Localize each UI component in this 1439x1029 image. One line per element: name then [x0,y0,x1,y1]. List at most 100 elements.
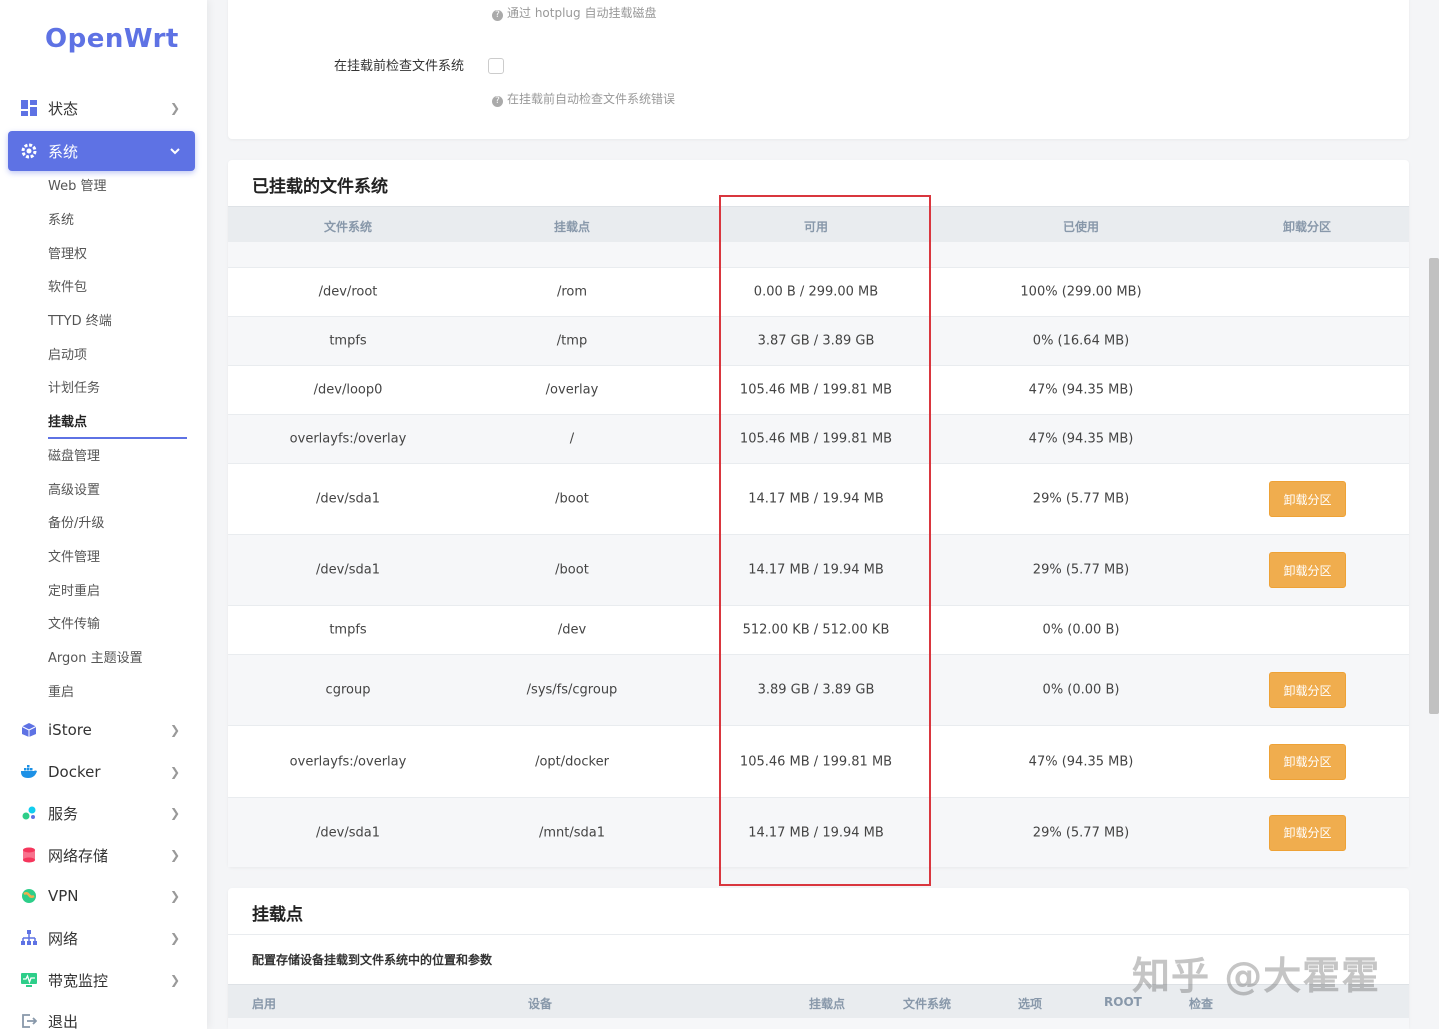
cell-available: 105.46 MB / 199.81 MB [739,382,893,398]
brand-logo[interactable]: OpenWrt [45,24,179,54]
chevron-right-icon: ❯ [169,723,181,737]
cell-available: 0.00 B / 299.00 MB [753,284,879,300]
submenu-item[interactable]: 重启 [48,683,74,703]
logout-icon [20,1012,38,1029]
chevron-down-icon [167,143,183,159]
submenu-item[interactable]: 磁盘管理 [48,447,100,467]
nav-system[interactable]: 系统 [8,131,195,171]
cell-filesystem: tmpfs [329,333,367,349]
nav-status[interactable]: 状态 ❯ [8,88,195,128]
submenu-item[interactable]: TTYD 终端 [48,312,112,332]
mounted-fs-card: 已挂载的文件系统 文件系统 挂载点 可用 已使用 卸载分区 /dev/root /… [228,160,1409,867]
chevron-right-icon: ❯ [169,101,181,115]
cell-mountpoint: /overlay [545,382,599,398]
submenu-item[interactable]: 计划任务 [48,379,100,399]
mount-settings-card: ? 通过 hotplug 自动挂载磁盘 在挂载前检查文件系统 ? 在挂载前自动检查文… [228,0,1409,139]
cell-used: 0% (16.64 MB) [1032,333,1130,349]
submenu-item[interactable]: 系统 [48,211,74,231]
submenu-item[interactable]: Web 管理 [48,177,106,197]
table-row: tmpfs/dev 512.00 KB / 512.00 KB 0% (0.00 B… [228,605,1409,654]
cell-used: 47% (94.35 MB) [1028,754,1134,769]
unmount-button[interactable]: 卸载分区 [1269,743,1346,780]
unmount-button[interactable]: 卸载分区 [1269,481,1346,517]
nav-network[interactable]: 网络 ❯ [8,918,195,958]
nav-network-label: 网络 [48,929,79,948]
col-device: 设备 [528,997,553,1011]
cell-mountpoint: /boot [555,562,589,578]
check-fs-checkbox[interactable] [488,58,504,74]
cell-available: 3.89 GB / 3.89 GB [757,682,875,698]
cell-available: 105.46 MB / 199.81 MB [739,754,893,769]
chevron-right-icon: ❯ [169,889,181,903]
nav-bandwidth[interactable]: 带宽监控 ❯ [8,960,195,1000]
cell-used: 29% (5.77 MB) [1032,491,1130,507]
cell-filesystem: /dev/loop0 [313,382,383,398]
nav-istore-label: iStore [48,721,92,739]
divider [228,934,1409,935]
table-row: /dev/loop0/overlay 105.46 MB / 199.81 MB 4… [228,365,1409,414]
hotplug-help: ? 通过 hotplug 自动挂载磁盘 [492,4,656,21]
nav-vpn-label: VPN [48,887,79,905]
submenu-item[interactable]: 挂载点 [48,413,87,433]
submenu-item[interactable]: 软件包 [48,278,87,298]
cell-filesystem: /dev/sda1 [316,491,380,507]
submenu-item[interactable]: 管理权 [48,245,87,265]
dashboard-icon [20,99,38,117]
cell-used: 29% (5.77 MB) [1032,562,1130,578]
cell-filesystem: /dev/sda1 [316,825,380,840]
table-row: /dev/sda1/mnt/sda1 14.17 MB / 19.94 MB 29%… [228,797,1409,867]
services-icon [20,804,38,822]
table-strip [228,1018,1409,1029]
submenu-item[interactable]: 备份/升级 [48,514,104,534]
mounted-fs-header: 文件系统 挂载点 可用 已使用 卸载分区 [228,206,1409,242]
watermark: 知乎 @大霍霍 [1132,954,1381,998]
submenu-item[interactable]: 文件传输 [48,615,100,635]
cell-available: 14.17 MB / 19.94 MB [748,491,884,507]
cell-available: 105.46 MB / 199.81 MB [739,431,893,447]
cell-available: 3.87 GB / 3.89 GB [757,333,875,349]
cube-icon [20,721,38,739]
nav-vpn[interactable]: VPN ❯ [8,876,195,916]
table-row: /dev/root/rom 0.00 B / 299.00 MB 100% (299… [228,267,1409,316]
submenu-item[interactable]: 启动项 [48,346,87,366]
cell-filesystem: tmpfs [329,622,367,638]
submenu-item[interactable]: 定时重启 [48,582,100,602]
chevron-right-icon: ❯ [169,973,181,987]
nav-nas[interactable]: 网络存储 ❯ [8,835,195,875]
cell-available: 512.00 KB / 512.00 KB [742,622,890,638]
nav-docker[interactable]: Docker ❯ [8,752,195,792]
table-row: overlayfs:/overlay/opt/docker 105.46 MB /… [228,725,1409,797]
unmount-button[interactable]: 卸载分区 [1269,552,1346,588]
unmount-button[interactable]: 卸载分区 [1269,672,1346,708]
nav-services[interactable]: 服务 ❯ [8,793,195,833]
scrollbar[interactable] [1429,258,1439,714]
check-fs-label: 在挂载前检查文件系统 [334,59,465,74]
unmount-button[interactable]: 卸载分区 [1269,814,1346,851]
nav-istore[interactable]: iStore ❯ [8,710,195,750]
submenu-item[interactable]: 高级设置 [48,481,100,501]
nav-services-label: 服务 [48,804,79,823]
cell-mountpoint: /dev [557,622,587,638]
network-icon [20,929,38,947]
col-options: 选项 [1018,997,1043,1011]
cell-mountpoint: /sys/fs/cgroup [526,682,618,698]
submenu-item[interactable]: Argon 主题设置 [48,649,143,669]
database-icon [20,846,38,864]
mounted-fs-title: 已挂载的文件系统 [252,177,388,197]
col-mountpoint: 挂载点 [809,997,846,1011]
chevron-right-icon: ❯ [169,806,181,820]
active-submenu-underline [48,437,187,439]
cell-mountpoint: /rom [556,284,588,300]
nav-bandwidth-label: 带宽监控 [48,971,109,990]
table-spacer [228,242,1409,267]
chevron-right-icon: ❯ [169,765,181,779]
chevron-right-icon: ❯ [169,931,181,945]
sidebar: OpenWrt 状态 ❯ 系统 Web 管理 系统 管理权 软件包 TTYD 终端 启动项… [0,0,207,1029]
submenu-item[interactable]: 文件管理 [48,548,100,568]
cell-filesystem: cgroup [325,682,371,698]
cell-mountpoint: /opt/docker [535,754,609,769]
nav-nas-label: 网络存储 [48,846,109,865]
mountpoints-desc: 配置存储设备挂载到文件系统中的位置和参数 [252,953,493,967]
nav-logout[interactable]: 退出 [8,1001,195,1029]
question-icon: ? [492,10,503,21]
